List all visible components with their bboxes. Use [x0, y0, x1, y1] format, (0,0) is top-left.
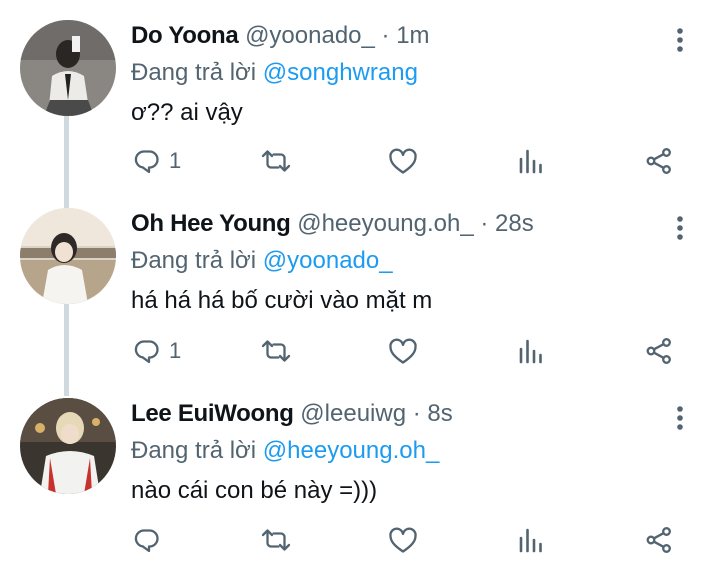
share-icon	[645, 337, 673, 365]
avatar[interactable]	[20, 208, 116, 304]
analytics-button[interactable]	[518, 520, 544, 560]
share-icon	[645, 147, 673, 175]
reply-button[interactable]: 1	[133, 141, 181, 181]
tweet-text: ơ?? ai vậy	[131, 99, 243, 126]
analytics-button[interactable]	[518, 331, 544, 371]
heart-icon	[388, 147, 418, 175]
retweet-button[interactable]	[260, 520, 292, 560]
tweet-header: Lee EuiWoong @leeuiwg · 8s	[131, 398, 453, 430]
tweet-actions: 1	[0, 141, 720, 181]
reply-button[interactable]	[133, 520, 169, 560]
tweet-actions: 1	[0, 331, 720, 371]
display-name[interactable]: Oh Hee Young	[131, 210, 291, 237]
replying-to: Đang trả lời @heeyoung.oh_	[131, 435, 439, 467]
replying-to-label: Đang trả lời	[131, 247, 257, 274]
reply-icon	[133, 147, 161, 175]
stats-icon	[518, 338, 544, 364]
analytics-button[interactable]	[518, 141, 544, 181]
like-button[interactable]	[388, 331, 418, 371]
more-options-icon[interactable]	[668, 214, 692, 242]
reply-mention-link[interactable]: @songhwrang	[263, 59, 418, 86]
share-button[interactable]	[645, 141, 673, 181]
reply-icon	[133, 337, 161, 365]
like-button[interactable]	[388, 520, 418, 560]
more-options-icon[interactable]	[668, 404, 692, 432]
stats-icon	[518, 527, 544, 553]
timestamp[interactable]: · 8s	[413, 400, 453, 427]
reply-icon	[133, 526, 161, 554]
replying-to-label: Đang trả lời	[131, 59, 257, 86]
reply-thread: Do Yoona @yoonado_ · 1m Đang trả lời @so…	[0, 0, 720, 572]
user-photo-icon	[20, 208, 116, 304]
reply-count: 1	[169, 148, 182, 173]
retweet-button[interactable]	[260, 331, 292, 371]
retweet-icon	[260, 337, 292, 365]
tweet-actions	[0, 520, 720, 560]
share-icon	[645, 526, 673, 554]
user-handle[interactable]: @heeyoung.oh_	[297, 210, 474, 237]
timestamp[interactable]: · 1m	[382, 22, 430, 49]
retweet-icon	[260, 147, 292, 175]
reply-button[interactable]: 1	[133, 331, 181, 371]
retweet-icon	[260, 526, 292, 554]
reply-count: 1	[169, 338, 182, 363]
replying-to-label: Đang trả lời	[131, 437, 257, 464]
avatar[interactable]	[20, 398, 116, 494]
timestamp[interactable]: · 28s	[480, 210, 533, 237]
heart-icon	[388, 337, 418, 365]
user-photo-icon	[20, 398, 116, 494]
reply-mention-link[interactable]: @yoonado_	[263, 247, 393, 274]
replying-to: Đang trả lời @songhwrang	[131, 57, 418, 89]
replying-to: Đang trả lời @yoonado_	[131, 245, 393, 277]
display-name[interactable]: Do Yoona	[131, 22, 239, 49]
share-button[interactable]	[645, 331, 673, 371]
tweet-header: Oh Hee Young @heeyoung.oh_ · 28s	[131, 208, 534, 240]
display-name[interactable]: Lee EuiWoong	[131, 400, 294, 427]
user-handle[interactable]: @yoonado_	[245, 22, 375, 49]
share-button[interactable]	[645, 520, 673, 560]
tweet-text: há há há bố cười vào mặt m	[131, 287, 433, 314]
tweet-text: nào cái con bé này =)))	[131, 477, 378, 504]
more-options-icon[interactable]	[668, 26, 692, 54]
heart-icon	[388, 526, 418, 554]
stats-icon	[518, 148, 544, 174]
reply-mention-link[interactable]: @heeyoung.oh_	[263, 437, 440, 464]
like-button[interactable]	[388, 141, 418, 181]
user-handle[interactable]: @leeuiwg	[300, 400, 406, 427]
tweet-header: Do Yoona @yoonado_ · 1m	[131, 20, 430, 52]
retweet-button[interactable]	[260, 141, 292, 181]
user-photo-icon	[20, 20, 116, 116]
avatar[interactable]	[20, 20, 116, 116]
